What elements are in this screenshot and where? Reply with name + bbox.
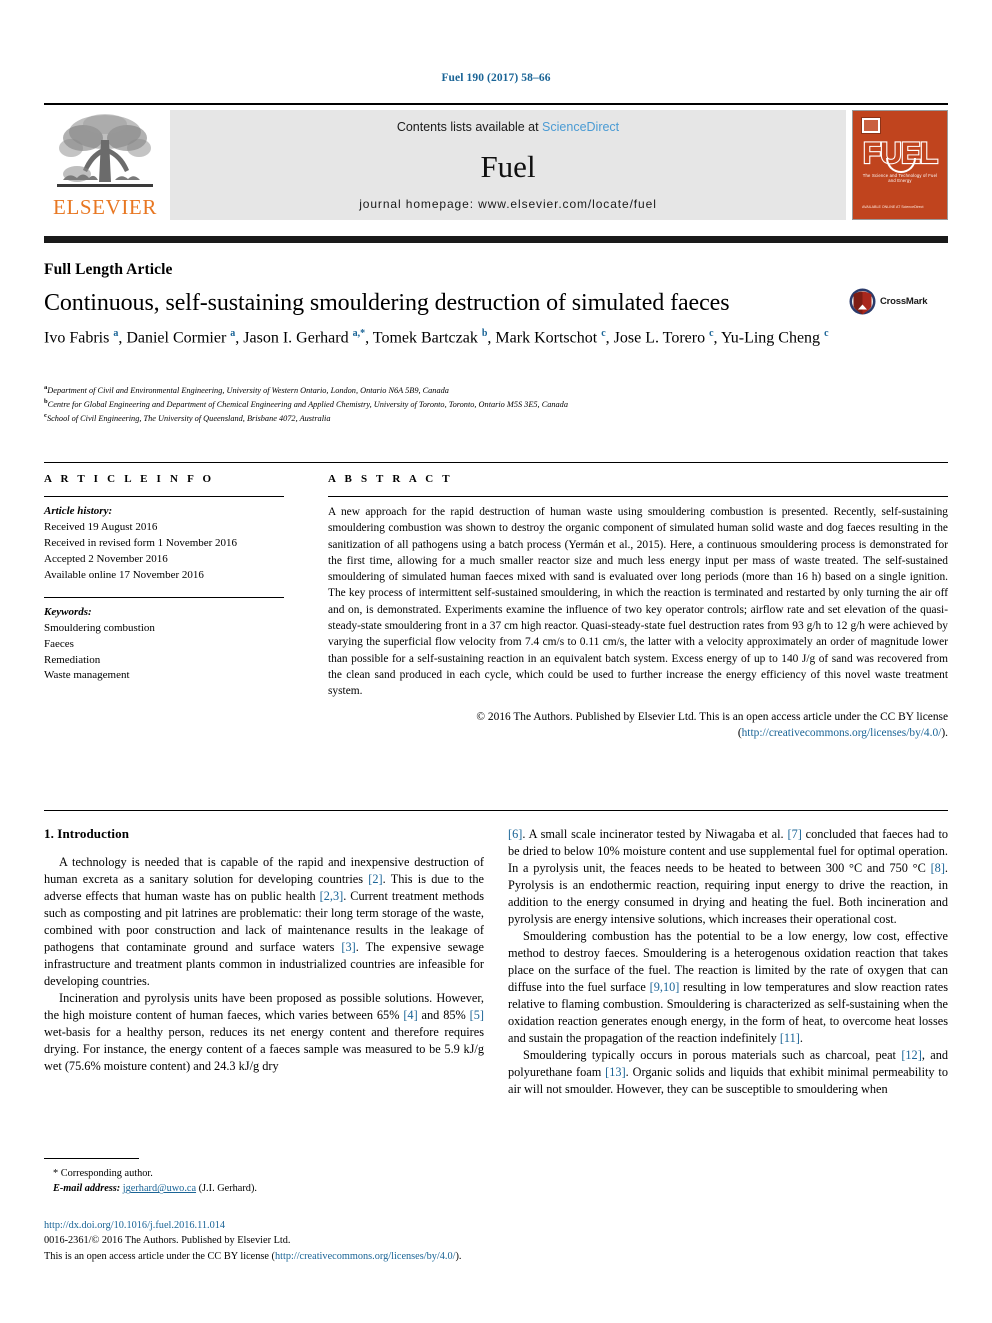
affiliation-item: aDepartment of Civil and Environmental E…: [44, 383, 944, 397]
crossmark-badge[interactable]: CrossMark: [849, 288, 928, 315]
abstract-column: A B S T R A C T A new approach for the r…: [306, 463, 948, 741]
elsevier-wordmark: ELSEVIER: [53, 195, 157, 219]
affiliation-text: Department of Civil and Environmental En…: [47, 385, 449, 395]
email-link[interactable]: jgerhard@uwo.ca: [123, 1183, 196, 1194]
body-column-left: 1. Introduction A technology is needed t…: [44, 826, 484, 1098]
cover-subtitle: The Science and Technology of Fuel and E…: [862, 173, 938, 183]
keywords-label: Keywords:: [44, 605, 92, 618]
affiliation-list: aDepartment of Civil and Environmental E…: [44, 383, 944, 426]
info-abstract-bottom-rule: [44, 810, 948, 811]
article-type-label: Full Length Article: [44, 261, 173, 278]
journal-homepage-link[interactable]: journal homepage: www.elsevier.com/locat…: [170, 197, 846, 211]
article-info-column: A R T I C L E I N F O Article history: R…: [44, 463, 306, 741]
elsevier-tree-icon: [57, 114, 153, 187]
license-line: This is an open access article under the…: [44, 1249, 704, 1264]
crossmark-label: CrossMark: [880, 296, 928, 307]
history-item: Received 19 August 2016: [44, 520, 158, 533]
contents-available-line: Contents lists available at ScienceDirec…: [170, 120, 846, 134]
affiliation-text: Centre for Global Engineering and Depart…: [47, 399, 568, 409]
cc-license-link[interactable]: http://creativecommons.org/licenses/by/4…: [742, 727, 942, 739]
paper-page: Fuel 190 (2017) 58–66 ELSEVIER Contents …: [0, 0, 992, 1323]
article-history-label: Article history:: [44, 505, 113, 517]
info-abstract-block: A R T I C L E I N F O Article history: R…: [44, 462, 948, 741]
abstract-text: A new approach for the rapid destruction…: [328, 506, 948, 698]
affiliation-item: bCentre for Global Engineering and Depar…: [44, 397, 944, 411]
crossmark-icon: [849, 288, 876, 315]
keyword-item: Remediation: [44, 653, 101, 666]
paragraph: [6]. A small scale incinerator tested by…: [508, 827, 949, 927]
history-item: Accepted 2 November 2016: [44, 552, 168, 565]
affiliation-item: cSchool of Civil Engineering, The Univer…: [44, 411, 944, 425]
contents-prefix: Contents lists available at: [396, 120, 543, 134]
article-body: 1. Introduction A technology is needed t…: [44, 826, 948, 1098]
history-item: Received in revised form 1 November 2016: [44, 536, 238, 549]
keyword-item: Faeces: [44, 637, 74, 650]
corresponding-author-footnote: * Corresponding author. E-mail address: …: [44, 1158, 484, 1197]
paragraph: Smouldering combustion has the potential…: [508, 929, 948, 1046]
body-column-right: [6]. A small scale incinerator tested by…: [508, 826, 948, 1098]
journal-cover-thumbnail: FUEL The Science and Technology of Fuel …: [852, 110, 948, 220]
abstract-copyright: © 2016 The Authors. Published by Elsevie…: [328, 702, 948, 742]
article-history: Article history: Received 19 August 2016…: [44, 497, 284, 584]
section-heading-introduction: 1. Introduction: [44, 826, 130, 841]
footer-cc-license-link[interactable]: http://creativecommons.org/licenses/by/4…: [275, 1251, 456, 1262]
cover-footer-text: AVAILABLE ONLINE AT ScienceDirect: [862, 204, 924, 209]
page-footer: http://dx.doi.org/10.1016/j.fuel.2016.11…: [44, 1218, 704, 1264]
masthead-divider-bar: [44, 236, 948, 243]
copyright-tail: ).: [941, 726, 948, 739]
license-tail: ).: [455, 1250, 462, 1262]
article-info-heading: A R T I C L E I N F O: [44, 473, 215, 485]
keywords-block: Keywords: Smouldering combustion Faeces …: [44, 598, 284, 685]
paragraph: Smouldering typically occurs in porous m…: [508, 1048, 948, 1097]
paragraph: Incineration and pyrolysis units have be…: [44, 991, 484, 1074]
affiliation-text: School of Civil Engineering, The Univers…: [46, 414, 331, 424]
elsevier-logo: ELSEVIER: [44, 110, 166, 220]
paragraph: A technology is needed that is capable o…: [44, 855, 485, 989]
email-line: E-mail address: jgerhard@uwo.ca (J.I. Ge…: [44, 1181, 484, 1196]
journal-title: Fuel: [480, 149, 536, 184]
cover-badge-icon: [861, 117, 881, 134]
page-title: Continuous, self-sustaining smouldering …: [44, 290, 730, 316]
masthead-center: Contents lists available at ScienceDirec…: [170, 110, 846, 220]
journal-masthead: ELSEVIER Contents lists available at Sci…: [44, 103, 948, 220]
issn-copyright-line: 0016-2361/© 2016 The Authors. Published …: [44, 1235, 291, 1247]
author-list: Ivo Fabris a, Daniel Cormier a, Jason I.…: [44, 328, 829, 347]
footnote-rule: [44, 1158, 139, 1159]
keyword-item: Smouldering combustion: [44, 621, 155, 634]
doi-link[interactable]: http://dx.doi.org/10.1016/j.fuel.2016.11…: [44, 1218, 704, 1233]
sciencedirect-link[interactable]: ScienceDirect: [542, 120, 619, 134]
license-lead: This is an open access article under the…: [44, 1250, 275, 1262]
abstract-heading: A B S T R A C T: [328, 473, 453, 485]
corresponding-author-line: * Corresponding author.: [53, 1168, 153, 1179]
email-owner: (J.I. Gerhard).: [198, 1183, 257, 1195]
history-item: Available online 17 November 2016: [44, 568, 204, 581]
keyword-item: Waste management: [44, 669, 130, 682]
email-label: E-mail address:: [53, 1183, 121, 1195]
running-head: Fuel 190 (2017) 58–66: [441, 72, 551, 84]
